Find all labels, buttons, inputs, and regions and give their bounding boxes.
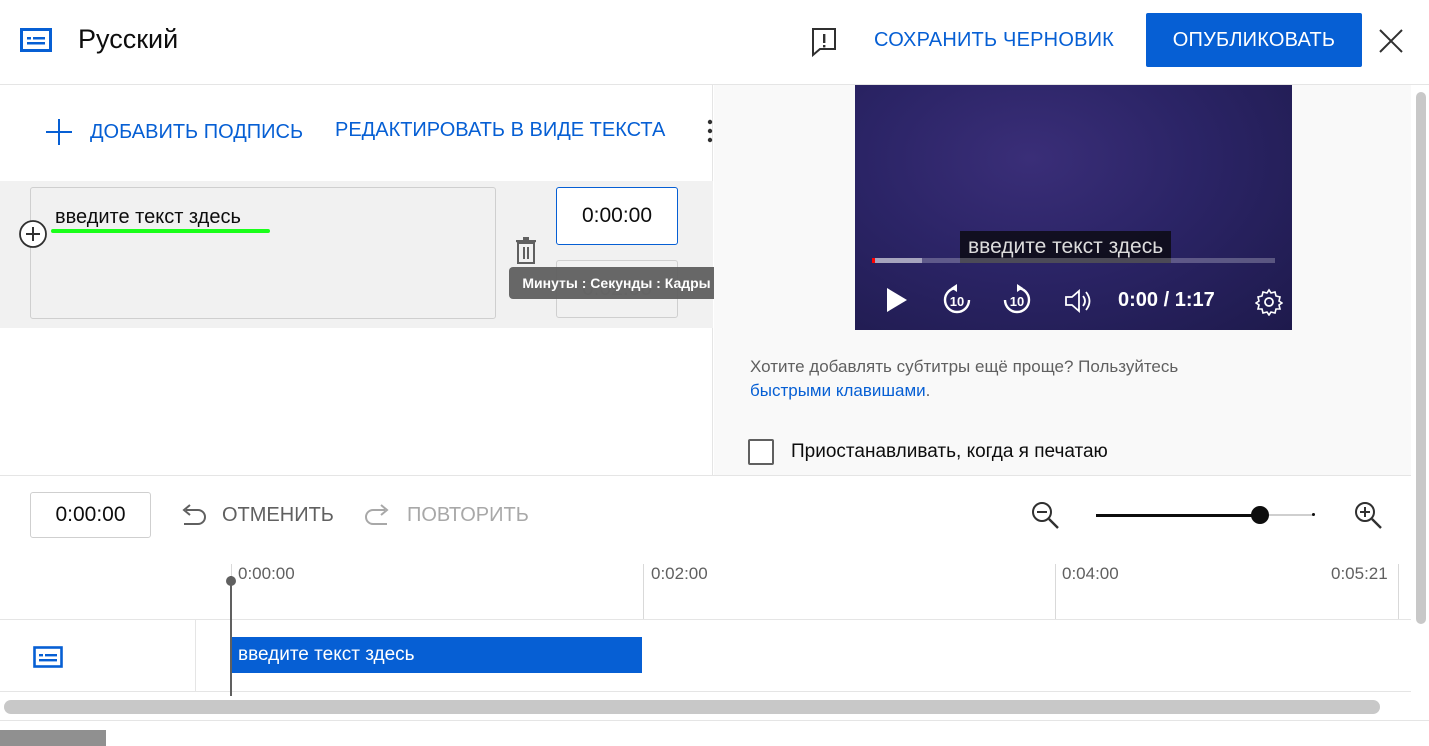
redo-label: ПОВТОРИТЬ [407, 503, 529, 526]
ruler-tick [1055, 564, 1056, 619]
playhead-handle[interactable] [226, 576, 236, 586]
preview-panel: введите текст здесь 10 10 0:00 / 1:17 Хо… [714, 85, 1411, 475]
caption-track: введите текст здесь [0, 620, 1411, 692]
ruler-label: 0:05:21 [1331, 564, 1388, 583]
plus-icon [46, 119, 72, 145]
start-time-input[interactable]: 0:00:00 [556, 187, 678, 245]
caption-text: введите текст здесь [55, 206, 241, 228]
zoom-slider-fill [1096, 514, 1260, 517]
zoom-slider-end [1312, 513, 1315, 516]
settings-gear-icon[interactable] [1255, 288, 1283, 316]
pause-while-typing-label: Приостанавливать, когда я печатаю [791, 441, 1108, 462]
video-time-display: 0:00 / 1:17 [1118, 289, 1215, 311]
edit-as-text-button[interactable]: РЕДАКТИРОВАТЬ В ВИДЕ ТЕКСТА [335, 119, 665, 142]
zoom-in-icon[interactable] [1353, 500, 1383, 530]
divider [0, 720, 1429, 721]
caption-text-field[interactable]: введите текст здесь [30, 187, 496, 319]
svg-text:10: 10 [950, 294, 964, 309]
publish-button[interactable]: ОПУБЛИКОВАТЬ [1146, 13, 1362, 67]
horizontal-scrollbar[interactable] [4, 700, 1380, 714]
bottom-bar [0, 730, 106, 746]
shortcuts-hint: Хотите добавлять субтитры ещё проще? Пол… [750, 355, 1270, 403]
forward-10-icon[interactable]: 10 [1001, 283, 1033, 317]
more-vert-icon[interactable] [706, 119, 714, 143]
hint-suffix: . [925, 381, 931, 400]
caption-row: введите текст здесь 0:00:00 0:02:00 Мину… [0, 181, 724, 328]
redo-icon [365, 504, 389, 525]
spellcheck-underline [51, 229, 270, 233]
close-icon[interactable] [1378, 28, 1404, 54]
keyboard-shortcuts-link[interactable]: быстрыми клавишами [750, 381, 926, 400]
feedback-icon[interactable] [810, 26, 838, 58]
page-title: Русский [78, 24, 179, 54]
closed-caption-icon [33, 646, 63, 668]
hint-text: Хотите добавлять субтитры ещё проще? Пол… [750, 357, 1179, 376]
ruler-label: 0:04:00 [1062, 564, 1119, 583]
svg-text:10: 10 [1010, 294, 1024, 309]
ruler-label: 0:02:00 [651, 564, 708, 583]
undo-label: ОТМЕНИТЬ [222, 503, 334, 526]
play-icon[interactable] [885, 286, 909, 314]
vertical-scrollbar[interactable] [1416, 92, 1426, 624]
caption-editor-panel: ДОБАВИТЬ ПОДПИСЬ РЕДАКТИРОВАТЬ В ВИДЕ ТЕ… [0, 85, 724, 475]
undo-icon [182, 504, 206, 525]
video-player[interactable]: введите текст здесь 10 10 0:00 / 1:17 [855, 85, 1292, 330]
zoom-out-icon[interactable] [1030, 500, 1060, 530]
save-draft-button[interactable]: СОХРАНИТЬ ЧЕРНОВИК [874, 29, 1114, 52]
add-caption-button[interactable]: ДОБАВИТЬ ПОДПИСЬ [44, 117, 303, 147]
add-circle-icon[interactable] [18, 219, 48, 249]
track-divider [195, 620, 196, 692]
trash-icon[interactable] [514, 237, 538, 265]
ruler-label: 0:00:00 [238, 564, 295, 583]
add-caption-label: ДОБАВИТЬ ПОДПИСЬ [90, 120, 304, 143]
zoom-slider[interactable] [1096, 506, 1315, 524]
progress-played [872, 258, 875, 263]
caption-segment[interactable]: введите текст здесь [231, 637, 642, 673]
undo-button[interactable]: ОТМЕНИТЬ [178, 502, 334, 528]
ruler-tick [1398, 564, 1399, 619]
closed-caption-icon [20, 28, 52, 52]
time-format-tooltip: Минуты : Секунды : Кадры [509, 267, 724, 299]
current-time-input[interactable]: 0:00:00 [30, 492, 151, 538]
rewind-10-icon[interactable]: 10 [941, 283, 973, 317]
video-progress-bar[interactable] [872, 258, 1275, 263]
pause-while-typing-checkbox[interactable] [748, 439, 774, 465]
zoom-slider-knob[interactable] [1251, 506, 1269, 524]
timeline-ruler[interactable]: 0:00:00 0:02:00 0:04:00 0:05:21 [0, 556, 1411, 620]
redo-button[interactable]: ПОВТОРИТЬ [363, 502, 529, 528]
progress-buffered [872, 258, 922, 263]
header: Русский СОХРАНИТЬ ЧЕРНОВИК ОПУБЛИКОВАТЬ [0, 0, 1429, 85]
volume-icon[interactable] [1064, 288, 1094, 314]
ruler-tick [643, 564, 644, 619]
playhead[interactable] [230, 576, 232, 696]
